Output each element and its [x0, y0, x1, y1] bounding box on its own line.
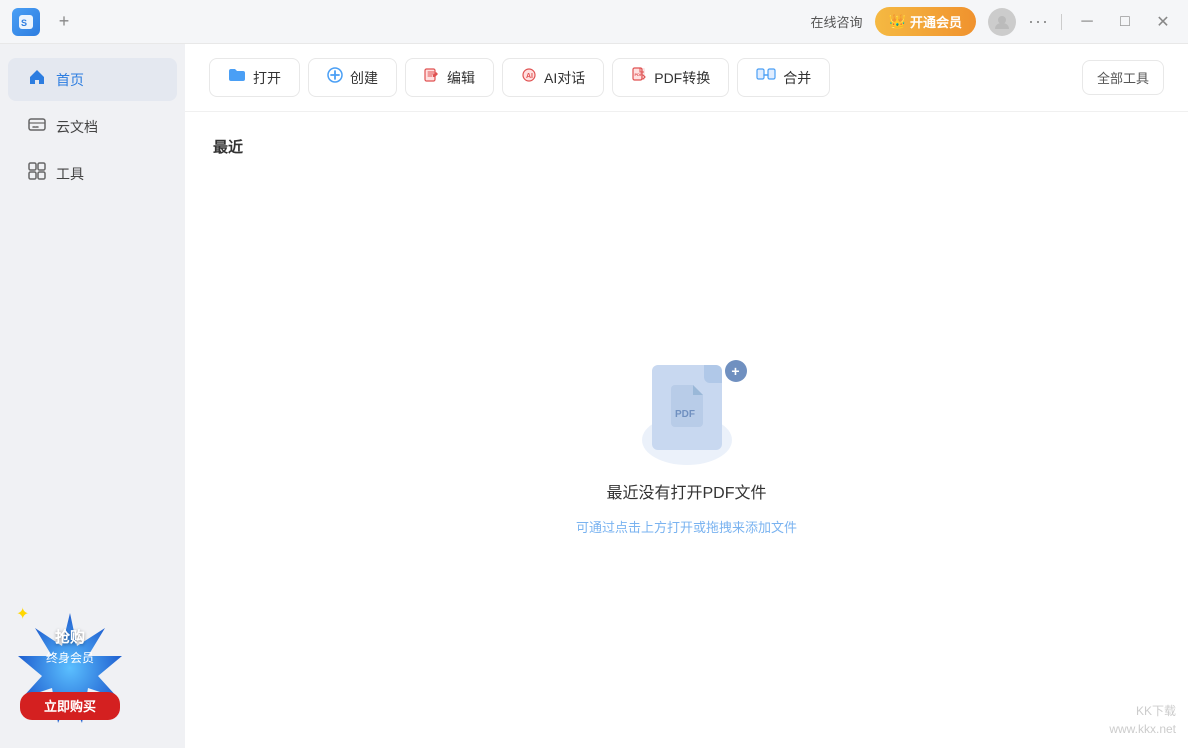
ai-button[interactable]: AI AI对话 [502, 58, 604, 97]
create-button[interactable]: 创建 [308, 58, 397, 97]
sidebar-home-label: 首页 [56, 70, 84, 90]
vip-label: 开通会员 [910, 12, 962, 31]
edit-label: 编辑 [447, 68, 475, 88]
merge-button[interactable]: 合并 [737, 58, 830, 97]
ai-label: AI对话 [544, 68, 585, 88]
sidebar-item-tools[interactable]: 工具 [8, 152, 177, 195]
minimize-button[interactable]: ─ [1074, 9, 1100, 35]
empty-main-text: 最近没有打开PDF文件 [606, 479, 766, 503]
create-icon [327, 67, 343, 88]
user-avatar[interactable] [988, 8, 1016, 36]
titlebar-left: S + [12, 8, 78, 36]
sidebar-tools-label: 工具 [56, 164, 84, 184]
online-consult-link[interactable]: 在线咨询 [811, 12, 863, 31]
sparkle-icon: ✦ [16, 604, 29, 624]
new-tab-button[interactable]: + [50, 8, 78, 36]
svg-text:S: S [21, 18, 27, 28]
promo-cta-label: 立即购买 [44, 699, 96, 714]
promo-line1: 抢购 [10, 626, 130, 647]
maximize-button[interactable]: □ [1112, 9, 1138, 35]
empty-sub-text: 可通过点击上方打开或拖拽来添加文件 [576, 517, 797, 536]
app-logo: S [12, 8, 40, 36]
promo-shape: 立即购买 抢购 终身会员 ✦ [10, 608, 130, 728]
promo-cta: 立即购买 [20, 692, 120, 720]
merge-icon [756, 67, 776, 88]
pdf-icon: PDF [631, 67, 647, 88]
cloud-icon [28, 115, 46, 138]
open-button[interactable]: 打开 [209, 58, 300, 97]
close-button[interactable]: ✕ [1150, 9, 1176, 35]
svg-text:AI: AI [526, 73, 533, 80]
vip-button[interactable]: 👑 开通会员 [875, 7, 976, 36]
edit-button[interactable]: 编辑 [405, 58, 494, 97]
svg-text:PDF: PDF [635, 72, 644, 77]
sidebar-cloud-label: 云文档 [56, 117, 98, 137]
watermark: KK下载 www.kkx.net [1109, 702, 1176, 738]
open-icon [228, 67, 246, 88]
recent-title: 最近 [213, 136, 1160, 157]
titlebar-right: 在线咨询 👑 开通会员 ··· ─ □ ✕ [811, 7, 1176, 36]
ai-icon: AI [521, 67, 537, 88]
promo-badge[interactable]: 立即购买 抢购 终身会员 ✦ [10, 608, 130, 728]
main-toolbar: 打开 创建 编辑 [185, 44, 1188, 112]
edit-icon [424, 67, 440, 88]
empty-icon: PDF + [632, 365, 742, 465]
promo-line2: 终身会员 [10, 649, 130, 666]
titlebar: S + 在线咨询 👑 开通会员 ··· ─ □ ✕ [0, 0, 1188, 44]
create-label: 创建 [350, 68, 378, 88]
tools-icon [28, 162, 46, 185]
watermark-line1: KK下载 [1109, 702, 1176, 720]
sidebar-item-cloud[interactable]: 云文档 [8, 105, 177, 148]
all-tools-button[interactable]: 全部工具 [1082, 60, 1164, 95]
content-area: 打开 创建 编辑 [185, 44, 1188, 748]
watermark-line2: www.kkx.net [1109, 720, 1176, 738]
empty-pdf-icon: PDF [652, 365, 722, 450]
sidebar-item-home[interactable]: 首页 [8, 58, 177, 101]
pdf-label: PDF转换 [654, 68, 710, 88]
empty-plus-icon: + [725, 360, 747, 382]
pdf-button[interactable]: PDF PDF转换 [612, 58, 729, 97]
open-label: 打开 [253, 68, 281, 88]
svg-text:PDF: PDF [675, 409, 695, 420]
titlebar-divider [1061, 14, 1062, 30]
crown-icon: 👑 [889, 13, 906, 30]
empty-state: PDF + 最近没有打开PDF文件 可通过点击上方打开或拖拽来添加文件 [213, 177, 1160, 724]
promo-text: 抢购 终身会员 [10, 626, 130, 666]
more-options-button[interactable]: ··· [1028, 11, 1049, 32]
recent-section: 最近 PDF + 最近没有打开PDF文件 可通过点击上方打开或拖拽来添加文件 [185, 112, 1188, 748]
home-icon [28, 68, 46, 91]
main-layout: 首页 云文档 工具 [0, 44, 1188, 748]
merge-label: 合并 [783, 68, 811, 88]
